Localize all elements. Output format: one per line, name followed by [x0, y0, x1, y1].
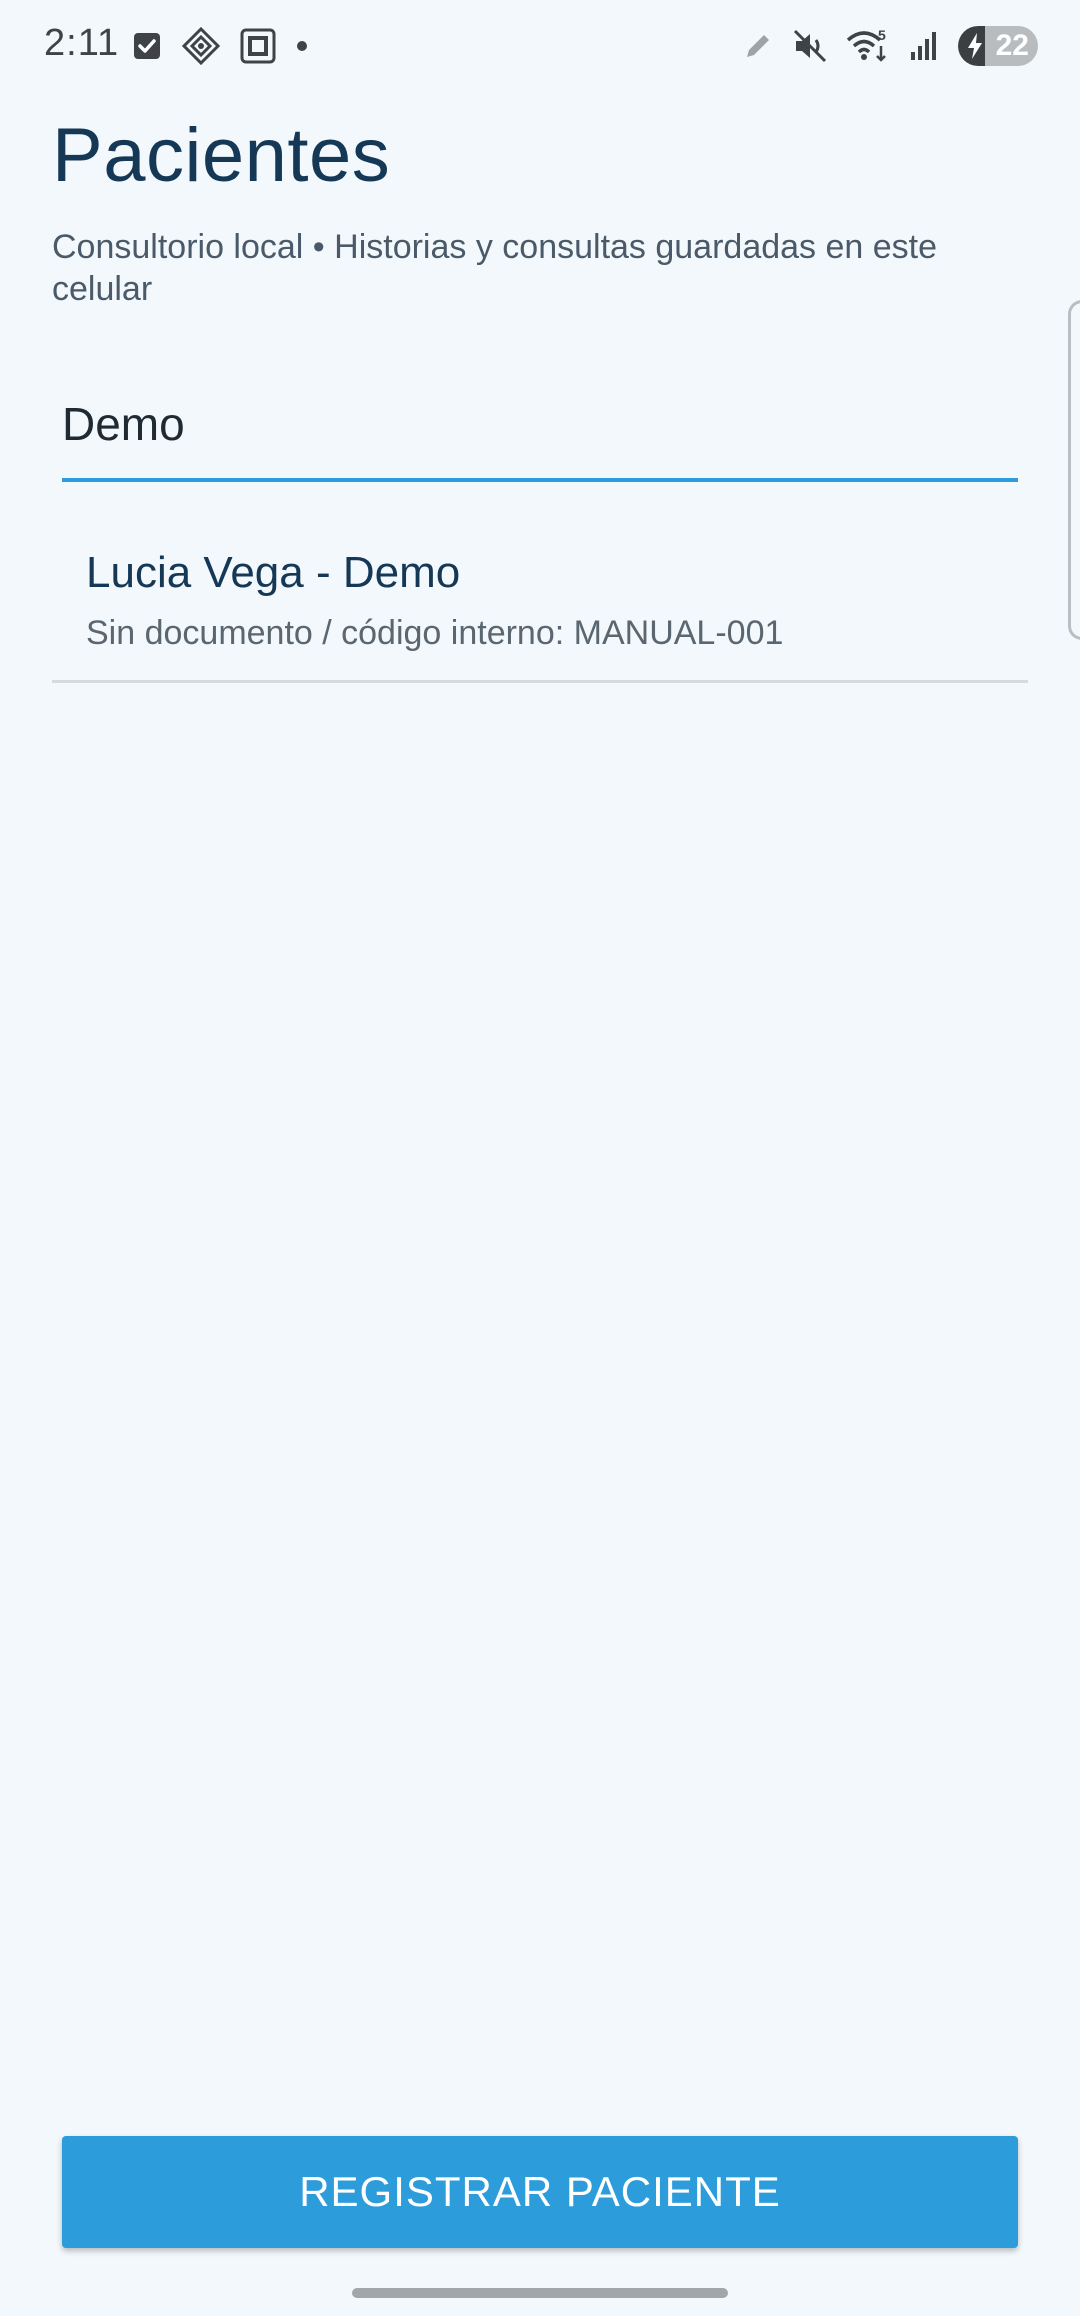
wifi-icon: 5 [846, 28, 890, 64]
svg-text:5: 5 [878, 28, 886, 43]
patient-list: Lucia Vega - Demo Sin documento / código… [52, 530, 1028, 683]
status-bar: 2:11 5 22 [0, 0, 1080, 92]
charging-bolt-icon [968, 33, 982, 59]
diamond-app-icon [182, 27, 220, 65]
search-input[interactable] [62, 388, 1018, 460]
register-patient-button[interactable]: REGISTRAR PACIENTE [62, 2136, 1018, 2248]
battery-icon: 22 [958, 26, 1038, 66]
patient-detail: Sin documento / código interno: MANUAL-0… [86, 614, 784, 652]
signal-icon [908, 30, 940, 62]
page-subtitle: Consultorio local • Historias y consulta… [52, 228, 938, 308]
edge-panel-handle[interactable] [1068, 300, 1080, 640]
patient-row[interactable]: Lucia Vega - Demo Sin documento / código… [52, 530, 1028, 683]
checkbox-icon [132, 31, 162, 61]
square-app-icon [240, 28, 276, 64]
page-title: Pacientes [52, 113, 391, 198]
status-system-icons: 5 22 [742, 26, 1038, 66]
battery-level: 22 [995, 29, 1029, 62]
status-time: 2:11 [44, 22, 120, 64]
dot-icon [296, 40, 308, 52]
home-indicator[interactable] [352, 2288, 728, 2298]
patient-name: Lucia Vega - Demo [86, 548, 461, 597]
search-field[interactable] [62, 388, 1018, 482]
mute-icon [792, 28, 828, 64]
pen-icon [742, 30, 774, 62]
status-notification-icons [132, 26, 308, 66]
